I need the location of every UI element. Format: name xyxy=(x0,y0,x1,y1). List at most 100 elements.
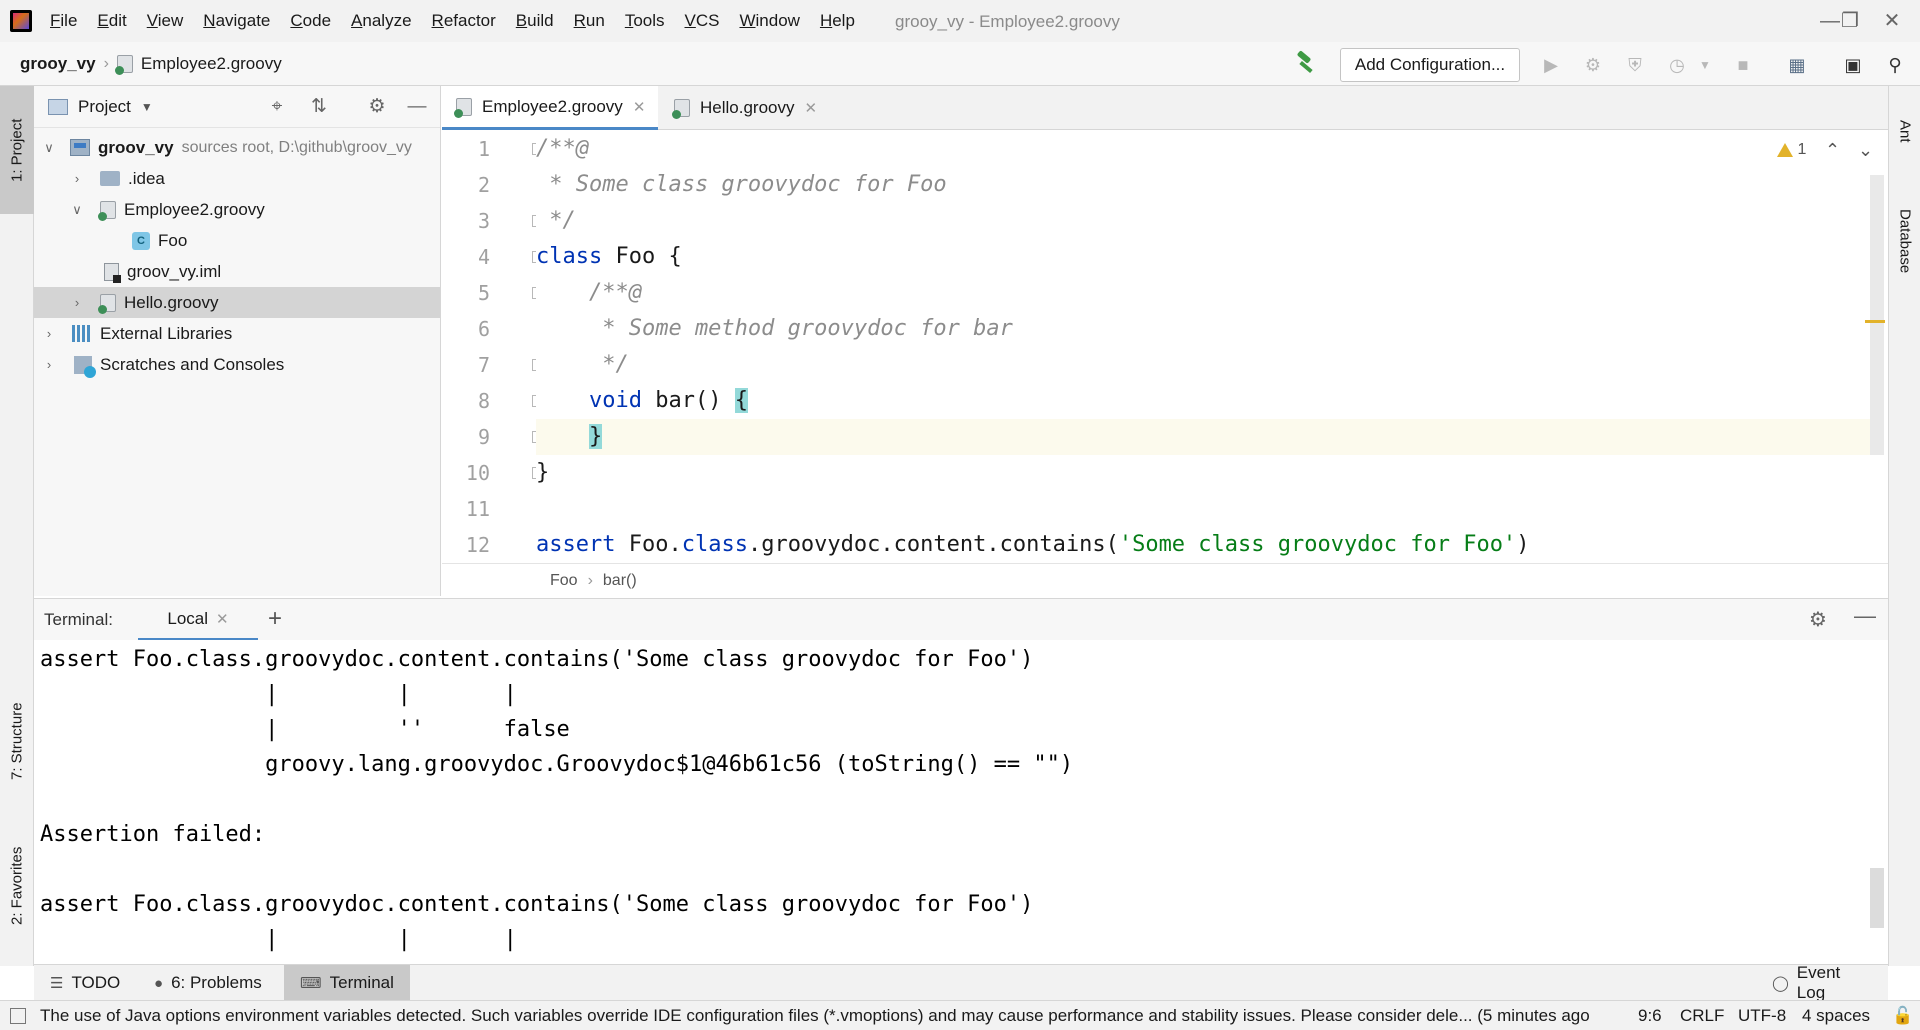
stripe-tab-favorites[interactable]: 2: Favorites xyxy=(0,826,34,946)
code-comment: /**@ xyxy=(536,280,642,305)
layout-icon[interactable]: ▣ xyxy=(1842,54,1864,76)
new-terminal-icon[interactable]: + xyxy=(268,605,282,633)
run-icon[interactable]: ▶ xyxy=(1540,54,1562,76)
close-tab-icon[interactable]: ✕ xyxy=(216,610,229,628)
tree-item-external-libraries[interactable]: › External Libraries xyxy=(34,318,440,349)
chevron-down-icon[interactable]: ∨ xyxy=(70,202,84,218)
menu-run[interactable]: Run xyxy=(574,11,605,31)
breadcrumb-project[interactable]: grooy_vy xyxy=(20,54,96,74)
terminal-scrollbar[interactable] xyxy=(1870,868,1884,928)
todo-button[interactable]: ☰ TODO xyxy=(34,965,136,1001)
chevron-right-icon[interactable]: › xyxy=(70,171,84,186)
debug-icon[interactable]: ⚙ xyxy=(1582,54,1604,76)
build-hammer-icon[interactable] xyxy=(1295,52,1317,74)
code-comment: /**@ xyxy=(536,136,589,161)
tree-item-foo[interactable]: C Foo xyxy=(34,225,440,256)
terminal-icon: ⌨ xyxy=(300,975,322,992)
status-message[interactable]: The use of Java options environment vari… xyxy=(40,1006,1600,1026)
menu-edit[interactable]: Edit xyxy=(97,11,126,31)
add-configuration-button[interactable]: Add Configuration... xyxy=(1340,48,1520,82)
line-number: 3 xyxy=(477,209,490,233)
library-icon xyxy=(72,325,92,342)
stripe-tab-ant[interactable]: Ant xyxy=(1889,96,1920,166)
stripe-tab-database[interactable]: Database xyxy=(1889,186,1920,296)
stripe-tab-database-label: Database xyxy=(1896,208,1914,274)
locate-file-icon[interactable]: ⌖ xyxy=(266,96,288,118)
tree-item-hello[interactable]: › Hello.groovy xyxy=(34,287,440,318)
event-log-button[interactable]: ◯ Event Log xyxy=(1756,963,1888,1002)
coverage-icon[interactable]: ⛨ xyxy=(1624,54,1646,76)
chevron-down-icon[interactable]: ∨ xyxy=(42,140,56,156)
breadcrumb-file[interactable]: Employee2.groovy xyxy=(141,54,282,74)
intellij-logo-icon xyxy=(10,10,32,32)
menu-window[interactable]: Window xyxy=(739,11,799,31)
close-tab-icon[interactable]: ✕ xyxy=(805,99,818,117)
close-icon[interactable]: ✕ xyxy=(1872,6,1912,36)
stripe-tab-project[interactable]: 1: Project xyxy=(0,86,34,214)
code-line-3: */ xyxy=(536,203,1870,239)
profile-icon[interactable]: ◷ xyxy=(1666,54,1688,76)
code-line-8: void bar() { xyxy=(536,383,1870,419)
chevron-right-icon[interactable]: › xyxy=(70,295,84,310)
menu-file[interactable]: File xyxy=(50,11,77,31)
tab-hello-groovy[interactable]: Hello.groovy ✕ xyxy=(660,86,840,130)
tree-item-path: sources root, D:\github\groov_vy xyxy=(181,138,412,156)
menu-help[interactable]: Help xyxy=(820,11,855,31)
chevron-right-icon[interactable]: › xyxy=(42,357,56,372)
gear-icon[interactable]: ⚙ xyxy=(1809,607,1827,632)
project-view-selector[interactable]: Project xyxy=(78,97,131,117)
menu-refactor[interactable]: Refactor xyxy=(432,11,496,31)
warning-stripe-mark[interactable] xyxy=(1865,320,1885,323)
code-editor[interactable]: /**@ * Some class groovydoc for Foo */ c… xyxy=(536,131,1870,561)
breadcrumb-class[interactable]: Foo xyxy=(550,572,578,590)
collapse-all-icon[interactable]: ⇅ xyxy=(308,96,330,118)
next-highlight-icon[interactable]: ⌄ xyxy=(1858,140,1873,161)
tree-item-project-root[interactable]: ∨ groov_vy sources root, D:\github\groov… xyxy=(34,132,440,163)
tree-item-idea[interactable]: › .idea xyxy=(34,163,440,194)
search-icon[interactable]: ⚲ xyxy=(1884,54,1906,76)
chevron-down-icon[interactable]: ▼ xyxy=(1694,54,1716,76)
menu-vcs[interactable]: VCS xyxy=(685,11,720,31)
restore-icon[interactable]: ❐ xyxy=(1830,6,1870,36)
menu-analyze[interactable]: Analyze xyxy=(351,11,411,31)
terminal-tab-local[interactable]: Local ✕ xyxy=(138,599,258,641)
menu-code[interactable]: Code xyxy=(290,11,331,31)
toggle-tool-windows-icon[interactable] xyxy=(10,1008,26,1024)
groovy-file-icon xyxy=(454,97,472,118)
chevron-right-icon[interactable]: › xyxy=(42,326,56,341)
menu-tools[interactable]: Tools xyxy=(625,11,665,31)
menu-navigate[interactable]: Navigate xyxy=(203,11,270,31)
breadcrumb-method[interactable]: bar() xyxy=(603,572,637,590)
code-comment: * Some class groovydoc for Foo xyxy=(536,172,947,197)
tree-item-scratches[interactable]: › Scratches and Consoles xyxy=(34,349,440,380)
line-number: 7 xyxy=(477,353,490,377)
tree-item-iml[interactable]: groov_vy.iml xyxy=(34,256,440,287)
tab-employee2-groovy[interactable]: Employee2.groovy ✕ xyxy=(442,86,658,130)
project-structure-icon[interactable]: ▦ xyxy=(1786,54,1808,76)
inspection-widget[interactable]: 1 xyxy=(1777,141,1806,159)
code-line-7: */ xyxy=(536,347,1870,383)
line-number: 4 xyxy=(477,245,490,269)
stop-icon[interactable]: ■ xyxy=(1732,54,1754,76)
previous-highlight-icon[interactable]: ⌃ xyxy=(1825,140,1840,161)
hide-panel-icon[interactable]: — xyxy=(1854,603,1876,629)
indent-setting[interactable]: 4 spaces xyxy=(1802,1006,1870,1026)
stripe-tab-favorites-label: 2: Favorites xyxy=(8,846,26,926)
editor-scrollbar[interactable] xyxy=(1870,175,1884,455)
file-encoding[interactable]: UTF-8 xyxy=(1738,1006,1786,1026)
terminal-output[interactable]: assert Foo.class.groovydoc.content.conta… xyxy=(34,640,1888,962)
menu-view[interactable]: View xyxy=(147,11,184,31)
line-separator[interactable]: CRLF xyxy=(1680,1006,1724,1026)
terminal-button[interactable]: ⌨ Terminal xyxy=(284,965,410,1001)
gear-icon[interactable]: ⚙ xyxy=(366,96,388,118)
close-tab-icon[interactable]: ✕ xyxy=(633,98,646,116)
menu-build[interactable]: Build xyxy=(516,11,554,31)
problems-button[interactable]: ● 6: Problems xyxy=(138,965,278,1001)
tree-item-employee2[interactable]: ∨ Employee2.groovy xyxy=(34,194,440,225)
chevron-down-icon[interactable]: ▼ xyxy=(141,100,153,114)
stripe-tab-structure[interactable]: 7: Structure xyxy=(0,676,34,806)
hide-panel-icon[interactable]: — xyxy=(406,96,428,118)
lock-icon[interactable]: 🔓 xyxy=(1892,1006,1913,1026)
caret-position[interactable]: 9:6 xyxy=(1638,1006,1662,1026)
